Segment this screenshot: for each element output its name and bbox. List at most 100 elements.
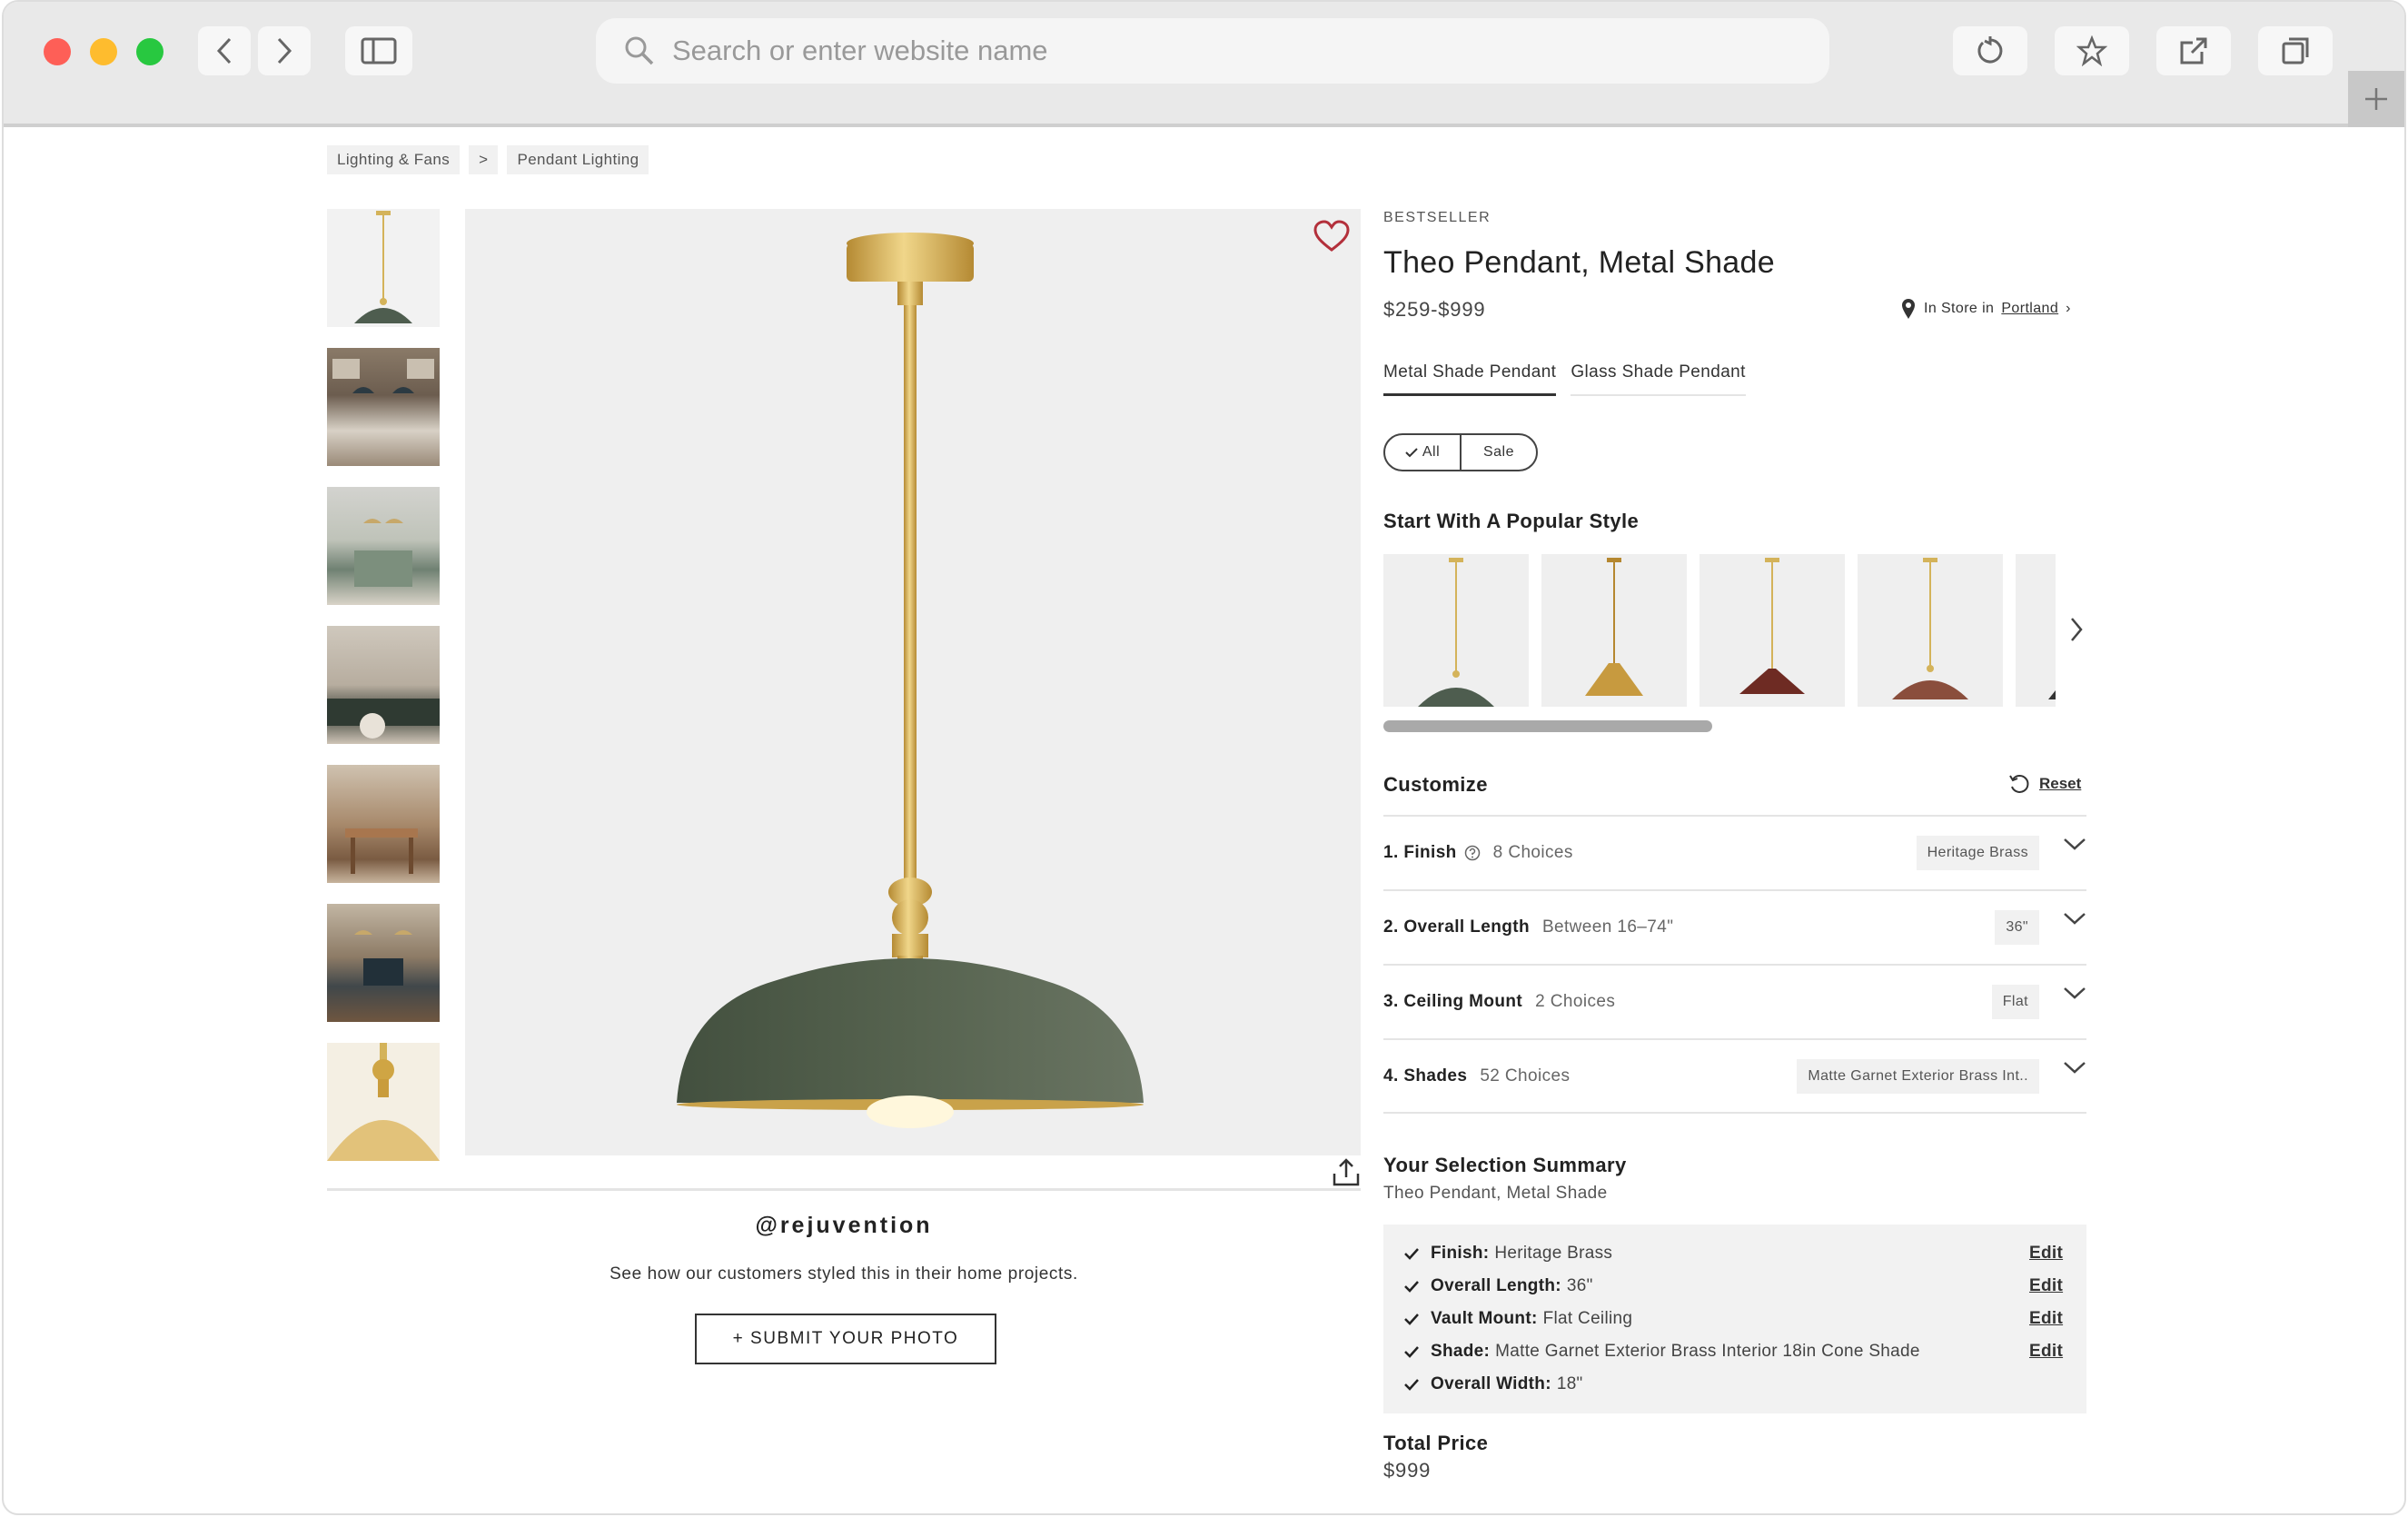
thumbnail-kitchen-1[interactable]	[327, 348, 440, 466]
kitchen-photo	[354, 519, 412, 587]
chevron-down-icon[interactable]	[2063, 1060, 2086, 1075]
edit-mount-link[interactable]: Edit	[2029, 1309, 2063, 1329]
check-icon	[1404, 1281, 1419, 1293]
breadcrumb: Lighting & Fans > Pendant Lighting	[327, 145, 649, 174]
pendant-style-image	[1892, 558, 1968, 699]
reset-icon	[2009, 775, 2029, 793]
new-tab-button[interactable]	[2348, 71, 2404, 127]
carousel-scrollbar[interactable]	[1383, 720, 1712, 732]
tabs-overview-button[interactable]	[2258, 26, 2333, 75]
summary-row-length: Overall Length: 36" Edit	[1383, 1270, 2086, 1303]
help-icon[interactable]	[1464, 845, 1481, 861]
kitchen-photo	[354, 930, 412, 986]
summary-key: Vault Mount:	[1431, 1309, 1538, 1328]
option-choices: Between 16–74"	[1541, 917, 1674, 937]
back-button[interactable]	[198, 26, 251, 75]
chevron-down-icon[interactable]	[2063, 837, 2086, 851]
bookmark-button[interactable]	[2055, 26, 2129, 75]
option-label: 1. Finish	[1383, 843, 1457, 862]
chevron-right-icon: ›	[2066, 301, 2071, 316]
reset-label: Reset	[2039, 775, 2082, 792]
address-bar[interactable]	[596, 18, 1829, 84]
favorite-button[interactable]	[1313, 220, 1350, 257]
check-icon	[1404, 1379, 1419, 1391]
brass-detail-photo	[327, 1043, 440, 1161]
breadcrumb-pendant-lighting[interactable]: Pendant Lighting	[507, 145, 649, 174]
option-selected-value: 36"	[1995, 910, 2039, 945]
main-product-image[interactable]	[465, 209, 1361, 1155]
summary-key: Overall Length:	[1431, 1276, 1561, 1295]
edit-finish-link[interactable]: Edit	[2029, 1244, 2063, 1264]
total-price-value: $999	[1383, 1459, 1432, 1482]
popular-style-carousel	[1383, 554, 2056, 707]
filter-all-button[interactable]: All	[1385, 435, 1460, 470]
store-prefix: In Store in	[1924, 301, 1995, 316]
store-availability[interactable]: In Store in Portland ›	[1900, 298, 2071, 320]
summary-row-mount: Vault Mount: Flat Ceiling Edit	[1383, 1303, 2086, 1335]
option-finish[interactable]: 1. Finish 8 Choices Heritage Brass	[1383, 815, 2086, 889]
style-card-rust-dome[interactable]	[1858, 554, 2003, 707]
browser-window: Lighting & Fans > Pendant Lighting	[2, 0, 2406, 1515]
minimize-window-button[interactable]	[90, 38, 117, 65]
section-divider	[327, 1188, 1361, 1191]
price-range: $259-$999	[1383, 298, 1486, 321]
location-pin-icon	[1902, 299, 1915, 319]
share-page-button[interactable]	[2156, 26, 2231, 75]
summary-heading: Your Selection Summary	[1383, 1154, 1627, 1176]
submit-photo-button[interactable]: + SUBMIT YOUR PHOTO	[695, 1314, 996, 1364]
check-icon	[1404, 1346, 1419, 1358]
kitchen-photo	[332, 359, 434, 393]
option-ceiling-mount[interactable]: 3. Ceiling Mount 2 Choices Flat	[1383, 964, 2086, 1038]
tab-glass-shade[interactable]: Glass Shade Pendant	[1571, 362, 1746, 396]
maximize-window-button[interactable]	[136, 38, 164, 65]
summary-key: Shade:	[1431, 1342, 1491, 1361]
selection-summary: Finish: Heritage Brass Edit Overall Leng…	[1383, 1225, 2086, 1413]
thumbnail-living-room[interactable]	[327, 626, 440, 744]
reload-button[interactable]	[1953, 26, 2027, 75]
product-title: Theo Pendant, Metal Shade	[1383, 245, 1775, 280]
style-card-brass-cone[interactable]	[1541, 554, 1687, 707]
chevron-right-icon	[2071, 618, 2083, 641]
address-input[interactable]	[672, 35, 1762, 67]
sidebar-toggle-button[interactable]	[345, 26, 412, 75]
summary-row-finish: Finish: Heritage Brass Edit	[1383, 1237, 2086, 1270]
reset-button[interactable]: Reset	[2008, 773, 2081, 795]
edit-length-link[interactable]: Edit	[2029, 1276, 2063, 1296]
thumbnail-product[interactable]	[327, 209, 440, 327]
chevron-right-icon	[277, 37, 292, 64]
reload-icon	[1977, 36, 2003, 64]
thumbnail-detail[interactable]	[327, 1043, 440, 1161]
chevron-left-icon	[216, 37, 232, 64]
summary-value: Flat Ceiling	[1542, 1309, 1633, 1328]
forward-button[interactable]	[258, 26, 311, 75]
breadcrumb-lighting-fans[interactable]: Lighting & Fans	[327, 145, 461, 174]
breadcrumb-separator: >	[469, 145, 499, 174]
star-icon	[2076, 35, 2107, 66]
option-shades[interactable]: 4. Shades 52 Choices Matte Garnet Exteri…	[1383, 1038, 2086, 1113]
style-card-partial[interactable]	[2016, 554, 2056, 707]
summary-value: 18"	[1556, 1374, 1583, 1393]
filter-sale-button[interactable]: Sale	[1460, 435, 1536, 470]
carousel-next-button[interactable]	[2069, 616, 2084, 648]
store-link[interactable]: Portland	[2001, 301, 2058, 317]
edit-shade-link[interactable]: Edit	[2029, 1342, 2063, 1362]
chevron-down-icon[interactable]	[2063, 986, 2086, 1000]
summary-value: Heritage Brass	[1494, 1244, 1613, 1263]
check-icon	[1404, 1314, 1419, 1325]
thumbnail-dining[interactable]	[327, 765, 440, 883]
close-window-button[interactable]	[44, 38, 71, 65]
style-card-green-dome[interactable]	[1383, 554, 1529, 707]
summary-value: Matte Garnet Exterior Brass Interior 18i…	[1495, 1342, 1920, 1361]
tab-metal-shade[interactable]: Metal Shade Pendant	[1383, 362, 1557, 396]
summary-value: 36"	[1566, 1276, 1593, 1295]
summary-row-shade: Shade: Matte Garnet Exterior Brass Inter…	[1383, 1335, 2086, 1368]
chevron-down-icon[interactable]	[2063, 911, 2086, 926]
option-overall-length[interactable]: 2. Overall Length Between 16–74" 36"	[1383, 889, 2086, 964]
external-link-icon	[2180, 37, 2207, 64]
style-card-garnet-cone[interactable]	[1699, 554, 1845, 707]
options-divider	[1383, 1112, 2086, 1114]
thumbnail-kitchen-2[interactable]	[327, 487, 440, 605]
option-selected-value: Flat	[1991, 985, 2039, 1019]
option-choices: 8 Choices	[1492, 843, 1573, 862]
thumbnail-kitchen-3[interactable]	[327, 904, 440, 1022]
